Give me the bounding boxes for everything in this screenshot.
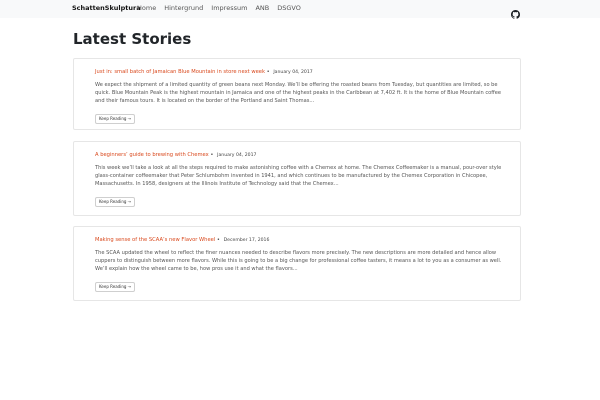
page-title: Latest Stories bbox=[73, 30, 192, 48]
brand-link[interactable]: SchattenSkulptura bbox=[72, 4, 141, 12]
nav-link-dsgvo[interactable]: DSGVO bbox=[277, 4, 301, 12]
nav-link-anb[interactable]: ANB bbox=[255, 4, 269, 12]
post-excerpt: This week we’ll take a look at all the s… bbox=[95, 165, 502, 187]
post-excerpt: The SCAA updated the wheel to reflect th… bbox=[95, 250, 502, 272]
date-separator: • bbox=[266, 69, 270, 75]
nav-link-impressum[interactable]: Impressum bbox=[211, 4, 247, 12]
nav-links: Home Hintergrund Impressum ANB DSGVO bbox=[137, 4, 309, 12]
github-icon[interactable] bbox=[511, 4, 520, 19]
keep-reading-button[interactable]: Keep Reading → bbox=[95, 197, 136, 207]
post-date: January 04, 2017 bbox=[217, 153, 257, 158]
nav-link-hintergrund[interactable]: Hintergrund bbox=[164, 4, 203, 12]
top-navbar: SchattenSkulptura Home Hintergrund Impre… bbox=[0, 0, 600, 19]
keep-reading-button[interactable]: Keep Reading → bbox=[95, 114, 136, 124]
post-card: Making sense of the SCAA’s new Flavor Wh… bbox=[73, 226, 521, 301]
post-excerpt: We expect the shipment of a limited quan… bbox=[95, 82, 502, 104]
post-title-link[interactable]: Just in: small batch of Jamaican Blue Mo… bbox=[95, 69, 265, 75]
post-card: A beginners’ guide to brewing with Cheme… bbox=[73, 141, 521, 216]
post-date: December 17, 2016 bbox=[223, 238, 270, 243]
post-date: January 04, 2017 bbox=[273, 70, 313, 75]
date-separator: • bbox=[216, 237, 220, 243]
post-card: Just in: small batch of Jamaican Blue Mo… bbox=[73, 58, 521, 130]
post-title-link[interactable]: Making sense of the SCAA’s new Flavor Wh… bbox=[95, 237, 215, 243]
date-separator: • bbox=[210, 152, 214, 158]
keep-reading-button[interactable]: Keep Reading → bbox=[95, 282, 136, 292]
nav-link-home[interactable]: Home bbox=[137, 4, 156, 12]
post-title-link[interactable]: A beginners’ guide to brewing with Cheme… bbox=[95, 152, 209, 158]
